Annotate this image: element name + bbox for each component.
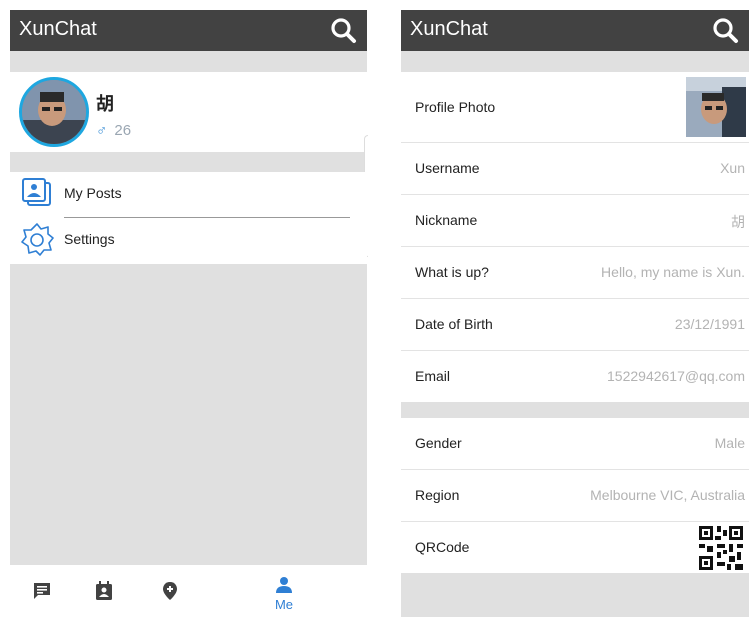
menu-item-settings[interactable]: Settings [10,218,367,262]
avatar[interactable] [19,77,89,147]
row-label: Profile Photo [415,99,496,115]
age-value: 26 [114,122,132,139]
row-what-is-up[interactable]: What is up? Hello, my name is Xun. [401,247,749,299]
qrcode-icon[interactable] [699,526,743,570]
avatar-photo [22,80,86,144]
menu-label-my-posts: My Posts [64,185,122,201]
menu-label-settings: Settings [64,231,115,247]
row-username[interactable]: Username Xun [401,143,749,195]
profile-photo-thumbnail[interactable] [686,77,746,137]
app-title: XunChat [410,18,488,40]
bottom-nav: Me [10,565,367,617]
row-gender[interactable]: Gender Male [401,418,749,470]
row-value: Male [714,435,745,451]
person-icon [276,577,292,593]
chat-icon [34,583,50,599]
male-icon: ♂ [96,122,108,139]
profile-photo [686,77,746,137]
row-label: Region [415,487,460,503]
row-label: Username [415,160,480,176]
nav-me[interactable]: Me [264,575,304,615]
menu-item-my-posts[interactable]: My Posts [10,172,367,218]
row-region[interactable]: Region Melbourne VIC, Australia [401,470,749,522]
profile-name: 胡 [96,94,114,114]
app-bar: XunChat [10,10,367,51]
row-label: Date of Birth [415,316,493,332]
profile-screen: XunChat 胡 ♂ 26 My Posts Settings Me [10,10,368,617]
photos-icon [22,178,51,206]
row-nickname[interactable]: Nickname 胡 [401,195,749,247]
profile-extra-list: Gender Male Region Melbourne VIC, Austra… [401,418,749,573]
row-profile-photo[interactable]: Profile Photo [401,72,749,143]
row-date-of-birth[interactable]: Date of Birth 23/12/1991 [401,299,749,351]
nav-chat[interactable] [22,575,62,615]
row-qrcode[interactable]: QRCode [401,522,749,573]
menu-list: My Posts Settings [10,172,367,264]
nav-location[interactable] [150,575,190,615]
nav-me-label: Me [274,597,294,612]
search-icon[interactable] [711,16,739,44]
row-value: 胡 [731,214,745,230]
row-value: Hello, my name is Xun. [601,264,745,280]
row-value: 1522942617@qq.com [607,368,745,384]
row-email[interactable]: Email 1522942617@qq.com [401,351,749,402]
app-bar: XunChat [401,10,749,51]
profile-card[interactable]: 胡 ♂ 26 [10,72,367,152]
app-title: XunChat [19,18,97,40]
profile-details-list: Profile Photo Username Xun Nickname 胡 Wh… [401,72,749,402]
location-icon [163,582,177,600]
row-value: 23/12/1991 [674,316,745,332]
gender-age: ♂ 26 [96,122,131,139]
gear-icon [21,223,54,256]
search-icon[interactable] [329,16,357,44]
row-value: Xun [720,160,745,176]
edit-profile-screen: XunChat Profile Photo Username Xun Nickn… [401,10,749,617]
row-label: QRCode [415,539,470,555]
row-label: Email [415,368,451,384]
row-label: Gender [415,435,462,451]
row-label: Nickname [415,212,478,228]
nav-contacts[interactable] [84,575,124,615]
contacts-icon [96,581,112,600]
row-value: Melbourne VIC, Australia [590,487,745,503]
row-label: What is up? [415,264,489,280]
